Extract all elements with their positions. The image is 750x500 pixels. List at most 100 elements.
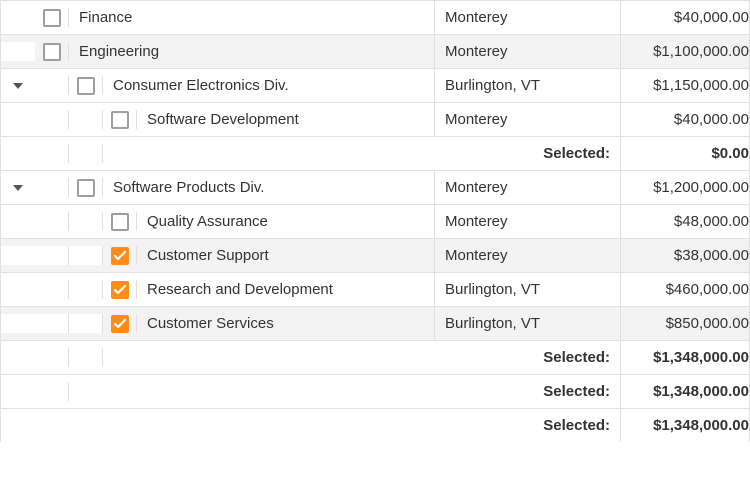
budget-cell: $460,000.00 — [621, 273, 750, 306]
row-checkbox[interactable] — [111, 281, 129, 299]
indent-spacer — [69, 110, 103, 129]
location-cell: Monterey — [435, 205, 621, 238]
checkbox-cell — [103, 212, 137, 231]
name-cell: Customer Support — [1, 239, 435, 272]
row-name: Research and Development — [137, 281, 333, 298]
indent-spacer — [69, 212, 103, 231]
summary-label-cell: Selected: — [1, 409, 621, 442]
row-name: Software Development — [137, 111, 299, 128]
row-checkbox[interactable] — [111, 111, 129, 129]
summary-row: Selected:$1,348,000.00 — [0, 374, 750, 408]
indent-spacer — [69, 246, 103, 265]
indent-spacer — [35, 280, 69, 299]
summary-row: Selected: $0.00 — [0, 136, 750, 170]
indent-spacer — [69, 348, 103, 367]
row-checkbox[interactable] — [111, 213, 129, 231]
name-cell: Software Development — [1, 103, 435, 136]
summary-row: Selected: $1,348,000.00 — [0, 340, 750, 374]
summary-label-cell: Selected: — [1, 375, 621, 408]
checkbox-cell — [103, 280, 137, 299]
row-checkbox[interactable] — [77, 179, 95, 197]
indent-spacer — [35, 212, 69, 231]
name-cell: Research and Development — [1, 273, 435, 306]
summary-label: Selected: — [543, 417, 610, 434]
indent-spacer — [1, 416, 35, 435]
row-name: Finance — [69, 9, 132, 26]
checkbox-cell — [103, 110, 137, 129]
summary-label-cell: Selected: — [1, 137, 621, 170]
tree-grid: FinanceMonterey$40,000.00EngineeringMont… — [0, 0, 750, 442]
indent-spacer — [1, 212, 35, 231]
indent-spacer — [35, 76, 69, 95]
table-row: Customer ServicesBurlington, VT$850,000.… — [0, 306, 750, 340]
summary-row: Selected: $1,348,000.00 — [0, 408, 750, 442]
table-row: Quality Assurance Monterey$48,000.00 — [0, 204, 750, 238]
indent-spacer — [1, 144, 35, 163]
summary-label: Selected: — [543, 383, 610, 400]
table-row: Software Products Div.Monterey$1,200,000… — [0, 170, 750, 204]
table-row: Consumer Electronics Div. Burlington, VT$… — [0, 68, 750, 102]
location-cell: Monterey — [435, 103, 621, 136]
summary-label: Selected: — [543, 349, 610, 366]
indent-spacer — [1, 314, 35, 333]
indent-spacer — [69, 144, 103, 163]
summary-value: $1,348,000.00 — [621, 409, 750, 442]
table-row: Research and Development Burlington, VT$4… — [0, 272, 750, 306]
row-name: Consumer Electronics Div. — [103, 77, 289, 94]
location-cell: Monterey — [435, 1, 621, 34]
indent-spacer — [35, 110, 69, 129]
indent-spacer — [1, 280, 35, 299]
indent-spacer — [1, 110, 35, 129]
checkbox-cell — [69, 76, 103, 95]
table-row: Finance Monterey$40,000.00 — [0, 0, 750, 34]
row-checkbox[interactable] — [43, 43, 61, 61]
budget-cell: $48,000.00 — [621, 205, 750, 238]
budget-cell: $1,150,000.00 — [621, 69, 750, 102]
location-cell: Burlington, VT — [435, 307, 621, 340]
checkbox-cell — [103, 314, 137, 333]
summary-value: $1,348,000.00 — [621, 341, 750, 374]
expander-icon[interactable] — [1, 76, 35, 95]
indent-spacer — [35, 178, 69, 197]
row-name: Engineering — [69, 43, 159, 60]
expander-icon[interactable] — [1, 178, 35, 197]
budget-cell: $40,000.00 — [621, 1, 750, 34]
location-cell: Burlington, VT — [435, 69, 621, 102]
checkbox-cell — [69, 178, 103, 197]
name-cell: Engineering — [1, 35, 435, 68]
summary-label-cell: Selected: — [1, 341, 621, 374]
checkbox-cell — [35, 42, 69, 61]
row-checkbox[interactable] — [43, 9, 61, 27]
summary-label: Selected: — [543, 145, 610, 162]
budget-cell: $38,000.00 — [621, 239, 750, 272]
row-name: Customer Services — [137, 315, 274, 332]
row-checkbox[interactable] — [77, 77, 95, 95]
name-cell: Quality Assurance — [1, 205, 435, 238]
indent-spacer — [1, 348, 35, 367]
budget-cell: $1,100,000.00 — [621, 35, 750, 68]
table-row: Software DevelopmentMonterey$40,000.00 — [0, 102, 750, 136]
row-checkbox[interactable] — [111, 247, 129, 265]
location-cell: Monterey — [435, 239, 621, 272]
checkbox-cell — [35, 8, 69, 27]
row-name: Quality Assurance — [137, 213, 268, 230]
location-cell: Monterey — [435, 35, 621, 68]
checkbox-cell — [103, 246, 137, 265]
indent-spacer — [35, 348, 69, 367]
table-row: Customer Support Monterey$38,000.00 — [0, 238, 750, 272]
indent-spacer — [69, 314, 103, 333]
indent-spacer — [35, 246, 69, 265]
name-cell: Software Products Div. — [1, 171, 435, 204]
summary-value: $0.00 — [621, 137, 750, 170]
indent-spacer — [1, 8, 35, 27]
indent-spacer — [35, 144, 69, 163]
indent-spacer — [35, 314, 69, 333]
location-cell: Burlington, VT — [435, 273, 621, 306]
row-name: Customer Support — [137, 247, 269, 264]
indent-spacer — [35, 382, 69, 401]
row-checkbox[interactable] — [111, 315, 129, 333]
table-row: Engineering Monterey$1,100,000.00 — [0, 34, 750, 68]
indent-spacer — [1, 382, 35, 401]
name-cell: Customer Services — [1, 307, 435, 340]
row-name: Software Products Div. — [103, 179, 264, 196]
